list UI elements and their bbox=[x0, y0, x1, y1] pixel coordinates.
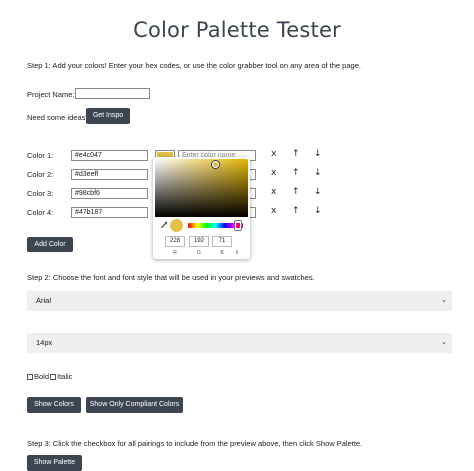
remove-color-icon[interactable]: x bbox=[271, 168, 276, 178]
hex-input[interactable]: #98cbf6 bbox=[71, 188, 148, 199]
remove-color-icon[interactable]: x bbox=[271, 187, 276, 197]
show-colors-button[interactable]: Show Colors bbox=[27, 397, 81, 413]
move-up-icon[interactable]: ↑ bbox=[292, 187, 300, 197]
hue-handle[interactable] bbox=[235, 221, 241, 230]
italic-option[interactable]: Italic bbox=[50, 372, 72, 381]
project-name-input[interactable] bbox=[75, 88, 150, 99]
eyedropper-icon[interactable] bbox=[160, 221, 168, 231]
move-down-icon[interactable]: ↓ bbox=[314, 187, 322, 197]
remove-color-icon[interactable]: x bbox=[271, 149, 276, 159]
move-down-icon[interactable]: ↓ bbox=[314, 168, 322, 178]
bold-label: Bold bbox=[34, 372, 50, 381]
color-label: Color 1: bbox=[27, 151, 54, 160]
red-input[interactable]: 228 bbox=[165, 236, 185, 247]
bold-checkbox[interactable] bbox=[27, 373, 33, 380]
move-down-icon[interactable]: ↓ bbox=[314, 149, 322, 159]
show-compliant-colors-button[interactable]: Show Only Compliant Colors bbox=[86, 397, 183, 413]
chevron-down-icon: ⌄ bbox=[441, 297, 447, 304]
hex-input[interactable]: #47b187 bbox=[71, 207, 148, 218]
color-preview-circle bbox=[170, 219, 183, 232]
add-color-button[interactable]: Add Color bbox=[27, 237, 73, 252]
blue-input[interactable]: 71 bbox=[212, 236, 232, 247]
hex-input[interactable]: #e4c047 bbox=[71, 150, 148, 161]
ideas-label: Need some ideas? bbox=[27, 113, 90, 122]
step3-instructions: Step 3: Click the checkbox for all pairi… bbox=[27, 439, 363, 448]
get-inspo-button[interactable]: Get Inspo bbox=[86, 108, 130, 124]
mode-toggle-icon[interactable]: ⇕ bbox=[235, 250, 239, 256]
color-label: Color 2: bbox=[27, 170, 54, 179]
chevron-down-icon: ⌄ bbox=[441, 339, 447, 346]
page-title: Color Palette Tester bbox=[133, 18, 341, 42]
move-down-icon[interactable]: ↓ bbox=[314, 206, 322, 216]
bold-option[interactable]: Bold bbox=[27, 372, 49, 381]
hex-input[interactable]: #d3eeff bbox=[71, 169, 148, 180]
saturation-handle[interactable] bbox=[212, 161, 219, 168]
color-picker-popup: 228 192 71 R G B ⇕ bbox=[153, 157, 250, 259]
step2-instructions: Step 2: Choose the font and font style t… bbox=[27, 273, 315, 282]
project-name-label: Project Name: bbox=[27, 90, 75, 99]
move-up-icon[interactable]: ↑ bbox=[292, 206, 300, 216]
color-label: Color 4: bbox=[27, 208, 54, 217]
step1-instructions: Step 1: Add your colors! Enter your hex … bbox=[27, 61, 361, 70]
font-select[interactable]: Arial ⌄ bbox=[27, 291, 452, 311]
move-up-icon[interactable]: ↑ bbox=[292, 149, 300, 159]
red-label: R bbox=[173, 250, 177, 256]
font-size-select-value: 14px bbox=[36, 338, 53, 347]
remove-color-icon[interactable]: x bbox=[271, 206, 276, 216]
show-palette-button[interactable]: Show Palette bbox=[27, 455, 82, 471]
italic-checkbox[interactable] bbox=[50, 373, 56, 380]
green-input[interactable]: 192 bbox=[189, 236, 209, 247]
move-up-icon[interactable]: ↑ bbox=[292, 168, 300, 178]
italic-label: Italic bbox=[57, 372, 73, 381]
color-label: Color 3: bbox=[27, 189, 54, 198]
blue-label: B bbox=[220, 250, 224, 256]
font-select-value: Arial bbox=[36, 296, 52, 305]
green-label: G bbox=[197, 250, 201, 256]
font-size-select[interactable]: 14px ⌄ bbox=[27, 333, 452, 353]
saturation-value-area[interactable] bbox=[155, 159, 248, 217]
